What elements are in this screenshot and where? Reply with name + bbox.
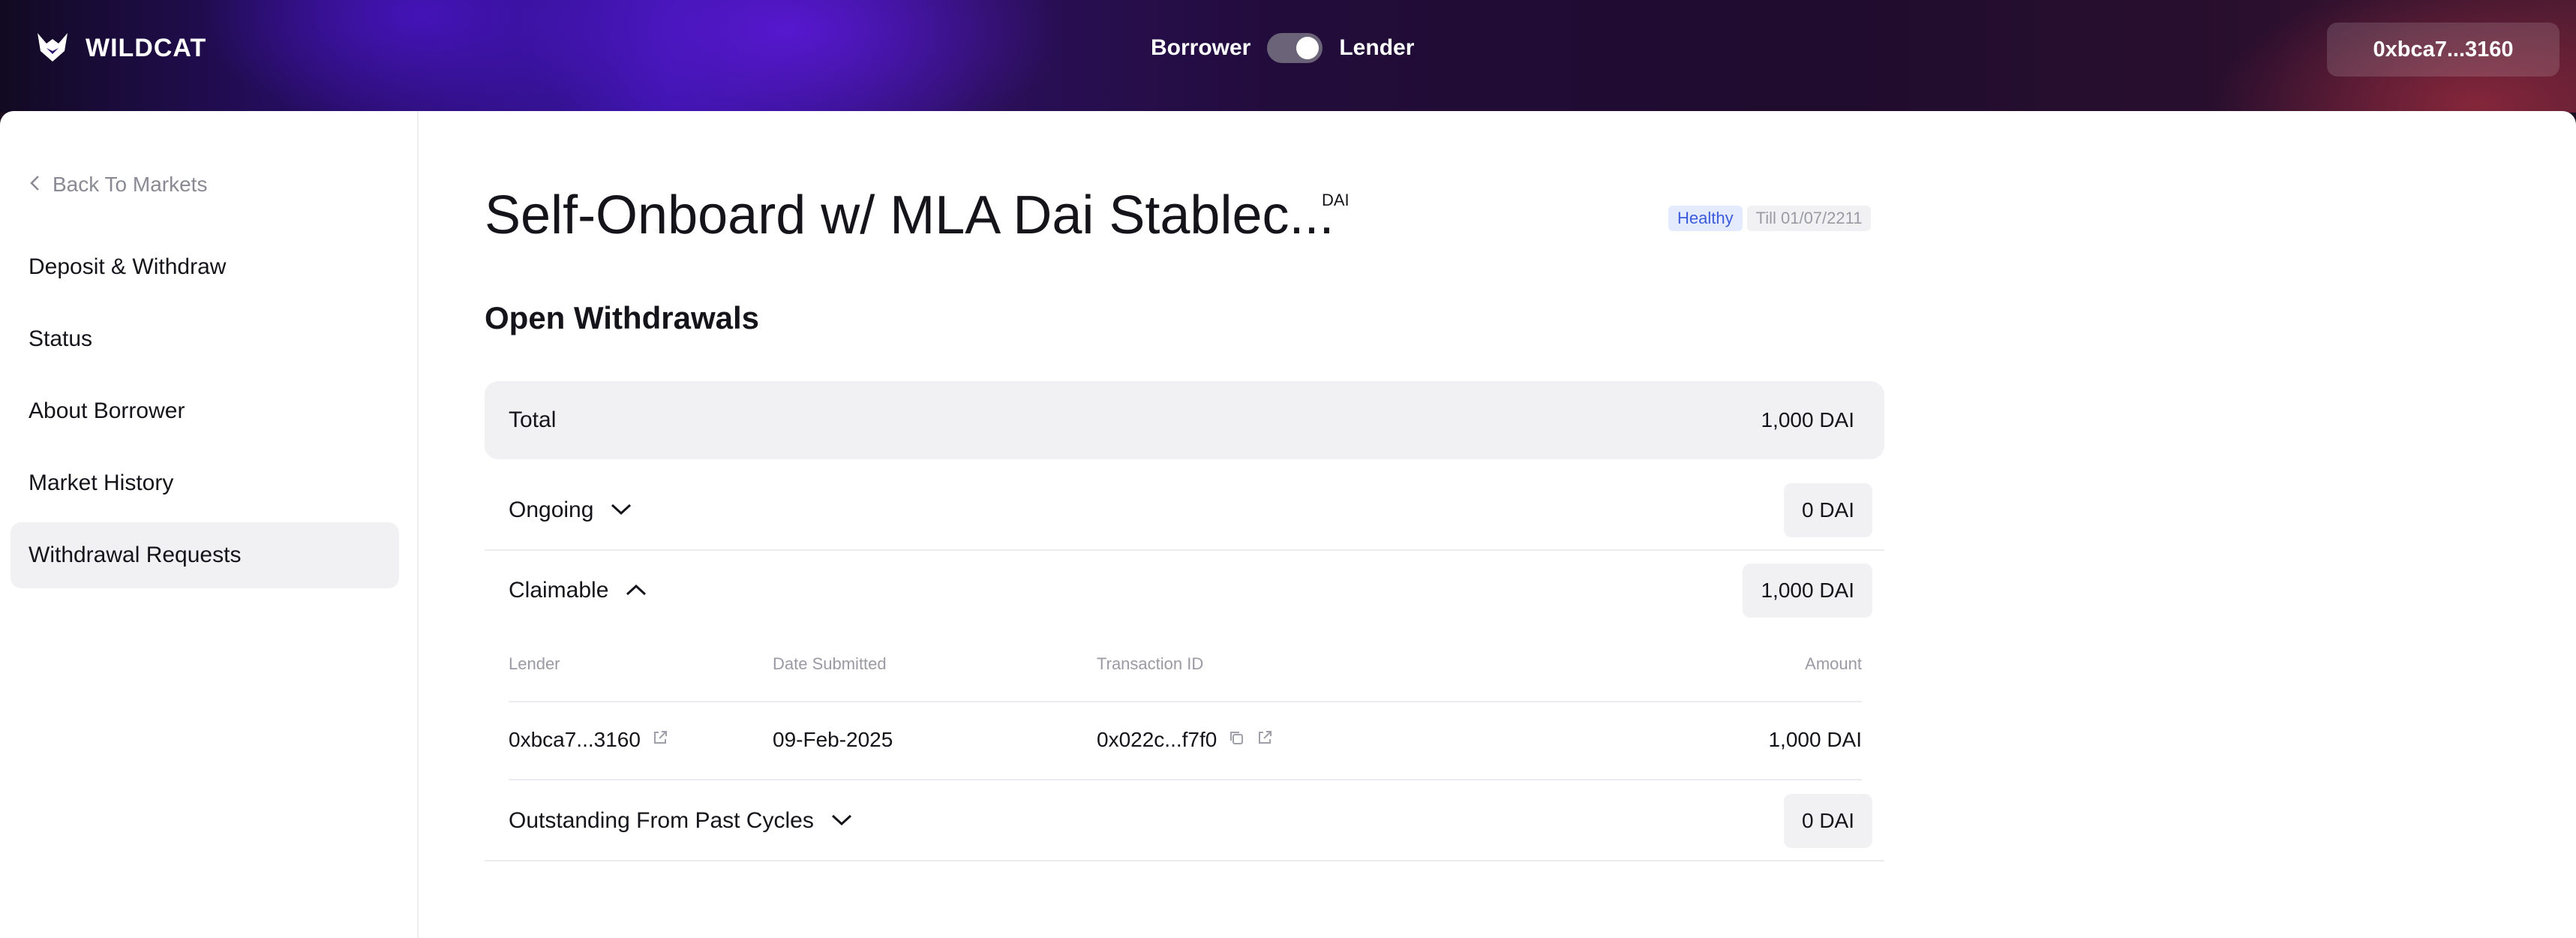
term-badge: Till 01/07/2211 (1746, 206, 1872, 231)
section-title: Open Withdrawals (485, 300, 760, 335)
top-bar: WILDCAT Borrower Lender 0xbca7...3160 (0, 0, 2576, 113)
column-lender: Lender (509, 654, 560, 673)
switch-knob (1296, 37, 1320, 59)
amount-value: 1,000 DAI (1768, 728, 1862, 751)
role-toggle: Borrower Lender (1151, 33, 1414, 63)
amount-cell: 1,000 DAI (1768, 728, 1862, 752)
table-header: Lender Date Submitted Transaction ID Amo… (485, 654, 1862, 684)
lender-address: 0xbca7...3160 (509, 728, 641, 751)
claimable-value: 1,000 DAI (1743, 564, 1872, 618)
accordion-ongoing-header[interactable]: Ongoing (509, 498, 632, 523)
role-lender-label[interactable]: Lender (1339, 35, 1414, 61)
ongoing-label: Ongoing (509, 498, 594, 522)
role-switch[interactable] (1267, 33, 1323, 63)
column-amount: Amount (1805, 654, 1862, 673)
external-link-icon[interactable] (651, 728, 669, 752)
accordion-claimable-header[interactable]: Claimable (509, 578, 647, 603)
sidebar-item-market-history[interactable]: Market History (11, 450, 399, 516)
page-title: Self-Onboard w/ MLA Dai Stablec... (485, 185, 1335, 245)
accordion-past-cycles-header[interactable]: Outstanding From Past Cycles (509, 808, 853, 834)
accordion-claimable[interactable]: Claimable 1,000 DAI (485, 551, 1884, 630)
back-to-markets-link[interactable]: Back To Markets (29, 173, 207, 197)
table-row: 0xbca7...3160 09-Feb-2025 0x022c...f7f0 … (509, 701, 1862, 780)
chevron-down-icon[interactable] (830, 808, 853, 834)
lender-cell: 0xbca7...3160 (509, 728, 669, 752)
total-row: Total 1,000 DAI (485, 381, 1884, 459)
wallet-button[interactable]: 0xbca7...3160 (2327, 23, 2559, 77)
external-link-icon[interactable] (1256, 728, 1274, 752)
role-borrower-label[interactable]: Borrower (1151, 35, 1250, 61)
date-cell: 09-Feb-2025 (773, 728, 893, 752)
chevron-up-icon[interactable] (625, 578, 647, 603)
claimable-label: Claimable (509, 578, 609, 603)
wildcat-logo-icon (35, 29, 71, 68)
sidebar-item-deposit-withdraw[interactable]: Deposit & Withdraw (11, 234, 399, 300)
sidebar-item-about-borrower[interactable]: About Borrower (11, 378, 399, 444)
asset-tag: DAI (1322, 191, 1350, 209)
past-cycles-label: Outstanding From Past Cycles (509, 808, 814, 833)
sidebar: Back To Markets Deposit & Withdraw Statu… (0, 111, 419, 938)
past-cycles-value: 0 DAI (1783, 794, 1872, 848)
content-panel: Back To Markets Deposit & Withdraw Statu… (0, 111, 2576, 938)
chevron-down-icon[interactable] (610, 498, 632, 523)
accordion-ongoing[interactable]: Ongoing 0 DAI (485, 471, 1884, 551)
status-badge: Healthy (1668, 206, 1743, 231)
brand-name: WILDCAT (86, 34, 207, 62)
copy-icon[interactable] (1227, 728, 1245, 752)
transaction-id: 0x022c...f7f0 (1097, 728, 1217, 751)
accordion-past-cycles[interactable]: Outstanding From Past Cycles 0 DAI (485, 782, 1884, 861)
sidebar-item-withdrawal-requests[interactable]: Withdrawal Requests (11, 522, 399, 588)
total-label: Total (509, 407, 557, 432)
brand-logo[interactable]: WILDCAT (35, 29, 206, 68)
column-transaction-id: Transaction ID (1097, 654, 1204, 673)
back-label: Back To Markets (53, 173, 208, 196)
sidebar-item-status[interactable]: Status (11, 306, 399, 372)
transaction-cell: 0x022c...f7f0 (1097, 728, 1274, 752)
date-submitted: 09-Feb-2025 (773, 728, 893, 751)
status-badges: Healthy Till 01/07/2211 (1668, 206, 1872, 231)
total-value: 1,000 DAI (1761, 408, 1854, 431)
ongoing-value: 0 DAI (1783, 483, 1872, 537)
column-date-submitted: Date Submitted (773, 654, 887, 673)
chevron-left-icon (29, 173, 42, 197)
